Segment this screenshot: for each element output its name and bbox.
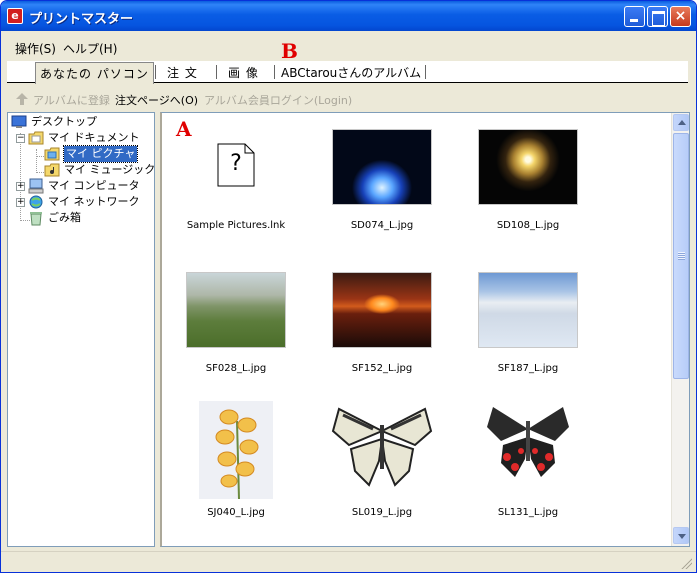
tree-guide [36, 172, 44, 173]
image-thumbnail [186, 272, 286, 348]
tree-item-desktop[interactable]: デスクトップ [11, 114, 141, 130]
file-name: SL131_L.jpg [497, 507, 559, 518]
tab-separator [425, 65, 426, 79]
file-item[interactable]: SF028_L.jpg [176, 272, 296, 392]
file-name: Sample Pictures.lnk [186, 220, 286, 231]
tree-label: マイ ピクチャ [62, 145, 139, 163]
my-music-icon [44, 163, 60, 177]
tree-label: ごみ箱 [48, 211, 81, 224]
tree-label: マイ ミュージック [64, 163, 156, 176]
file-item[interactable]: SD074_L.jpg [322, 129, 442, 249]
window-title: プリントマスター [29, 12, 134, 27]
file-name: SF152_L.jpg [351, 363, 413, 374]
tab-separator [155, 65, 156, 79]
tree-item-my-documents[interactable]: マイ ドキュメント [28, 130, 154, 146]
file-item[interactable]: SD108_L.jpg [468, 129, 588, 249]
tab-separator [274, 65, 275, 79]
scroll-thumb[interactable] [673, 133, 689, 379]
tab-images[interactable]: 画 像 [228, 64, 259, 81]
file-view: A ? Sample Pictures.lnk SD074_L.jpg SD10… [160, 112, 690, 547]
image-thumbnail [478, 272, 578, 348]
maximize-button[interactable] [647, 6, 668, 27]
tree-label: マイ ネットワーク [48, 195, 140, 208]
minimize-button[interactable] [624, 6, 645, 27]
tab-order[interactable]: 注 文 [167, 64, 198, 81]
file-name: SF028_L.jpg [205, 363, 267, 374]
scroll-up-button[interactable] [673, 114, 689, 131]
scroll-down-button[interactable] [673, 527, 689, 544]
my-documents-icon [28, 131, 44, 145]
image-thumbnail [329, 401, 435, 491]
tab-your-pc[interactable]: あなたの パソコン [35, 62, 154, 84]
tree-label: デスクトップ [31, 115, 97, 128]
close-icon: × [674, 8, 687, 24]
recycle-bin-icon [30, 212, 42, 226]
marker-b: B [281, 39, 298, 63]
file-item[interactable]: SF152_L.jpg [322, 272, 442, 392]
image-thumbnail [332, 129, 432, 205]
image-thumbnail [485, 401, 571, 483]
app-icon[interactable]: e [7, 8, 23, 24]
image-thumbnail [332, 272, 432, 348]
menu-bar: 操作(S) ヘルプ(H) [1, 38, 696, 58]
tree-guide [20, 133, 21, 221]
collapse-toggle[interactable]: − [16, 134, 25, 143]
tree-item-my-network[interactable]: マイ ネットワーク [28, 194, 154, 210]
file-item[interactable]: SL131_L.jpg [468, 401, 588, 521]
file-name: SF187_L.jpg [497, 363, 559, 374]
tree-label: マイ ドキュメント [48, 131, 140, 144]
tab-separator [216, 65, 217, 79]
tree-guide [36, 149, 37, 173]
my-pictures-icon [44, 147, 60, 161]
image-thumbnail [199, 401, 273, 499]
tree-item-recycle-bin[interactable]: ごみ箱 [28, 210, 154, 226]
album-login-button[interactable]: アルバム会員ログイン(Login) [204, 92, 352, 108]
grip-icon [678, 252, 685, 260]
title-bar[interactable]: e プリントマスター × [1, 1, 696, 31]
close-button[interactable]: × [670, 6, 691, 27]
vertical-scrollbar[interactable] [671, 113, 689, 546]
file-item[interactable]: SJ040_L.jpg [176, 401, 296, 521]
tab-bar: あなたの パソコン 注 文 画 像 ABCtarouさんのアルバム [7, 61, 688, 84]
my-computer-icon [28, 178, 44, 194]
tab-album[interactable]: ABCtarouさんのアルバム [281, 64, 421, 81]
image-thumbnail [478, 129, 578, 205]
album-register-button[interactable]: アルバムに登録 [33, 92, 110, 108]
status-bar [1, 551, 696, 572]
tree-item-my-music[interactable]: マイ ミュージック [44, 162, 156, 178]
unknown-file-icon: ? [217, 143, 255, 187]
tree-label: マイ コンピュータ [48, 179, 140, 192]
app-window: e プリントマスター × 操作(S) ヘルプ(H) B あなたの パソコン 注 … [0, 0, 697, 573]
menu-operation[interactable]: 操作(S) [15, 40, 56, 57]
arrow-up-icon [16, 93, 28, 105]
file-name: SJ040_L.jpg [207, 507, 265, 518]
tree-guide [36, 156, 44, 157]
file-item[interactable]: SL019_L.jpg [322, 401, 442, 521]
file-item[interactable]: SF187_L.jpg [468, 272, 588, 392]
desktop-icon [11, 115, 27, 128]
file-item[interactable]: ? Sample Pictures.lnk [176, 129, 296, 249]
tree-item-my-computer[interactable]: マイ コンピュータ [28, 178, 154, 194]
resize-grip-icon[interactable] [680, 557, 692, 569]
order-page-button[interactable]: 注文ページへ(O) [115, 92, 198, 108]
folder-tree: デスクトップ − マイ ドキュメント マイ ピクチャ マイ ミュージック + マ… [7, 112, 155, 547]
my-network-icon [29, 195, 43, 209]
expand-toggle[interactable]: + [16, 182, 25, 191]
toolbar: アルバムに登録 注文ページへ(O) アルバム会員ログイン(Login) [1, 88, 696, 110]
menu-help[interactable]: ヘルプ(H) [63, 40, 117, 57]
file-name: SD108_L.jpg [496, 220, 560, 231]
tree-item-my-pictures[interactable]: マイ ピクチャ [44, 145, 154, 163]
file-name: SL019_L.jpg [351, 507, 413, 518]
expand-toggle[interactable]: + [16, 198, 25, 207]
file-name: SD074_L.jpg [350, 220, 414, 231]
